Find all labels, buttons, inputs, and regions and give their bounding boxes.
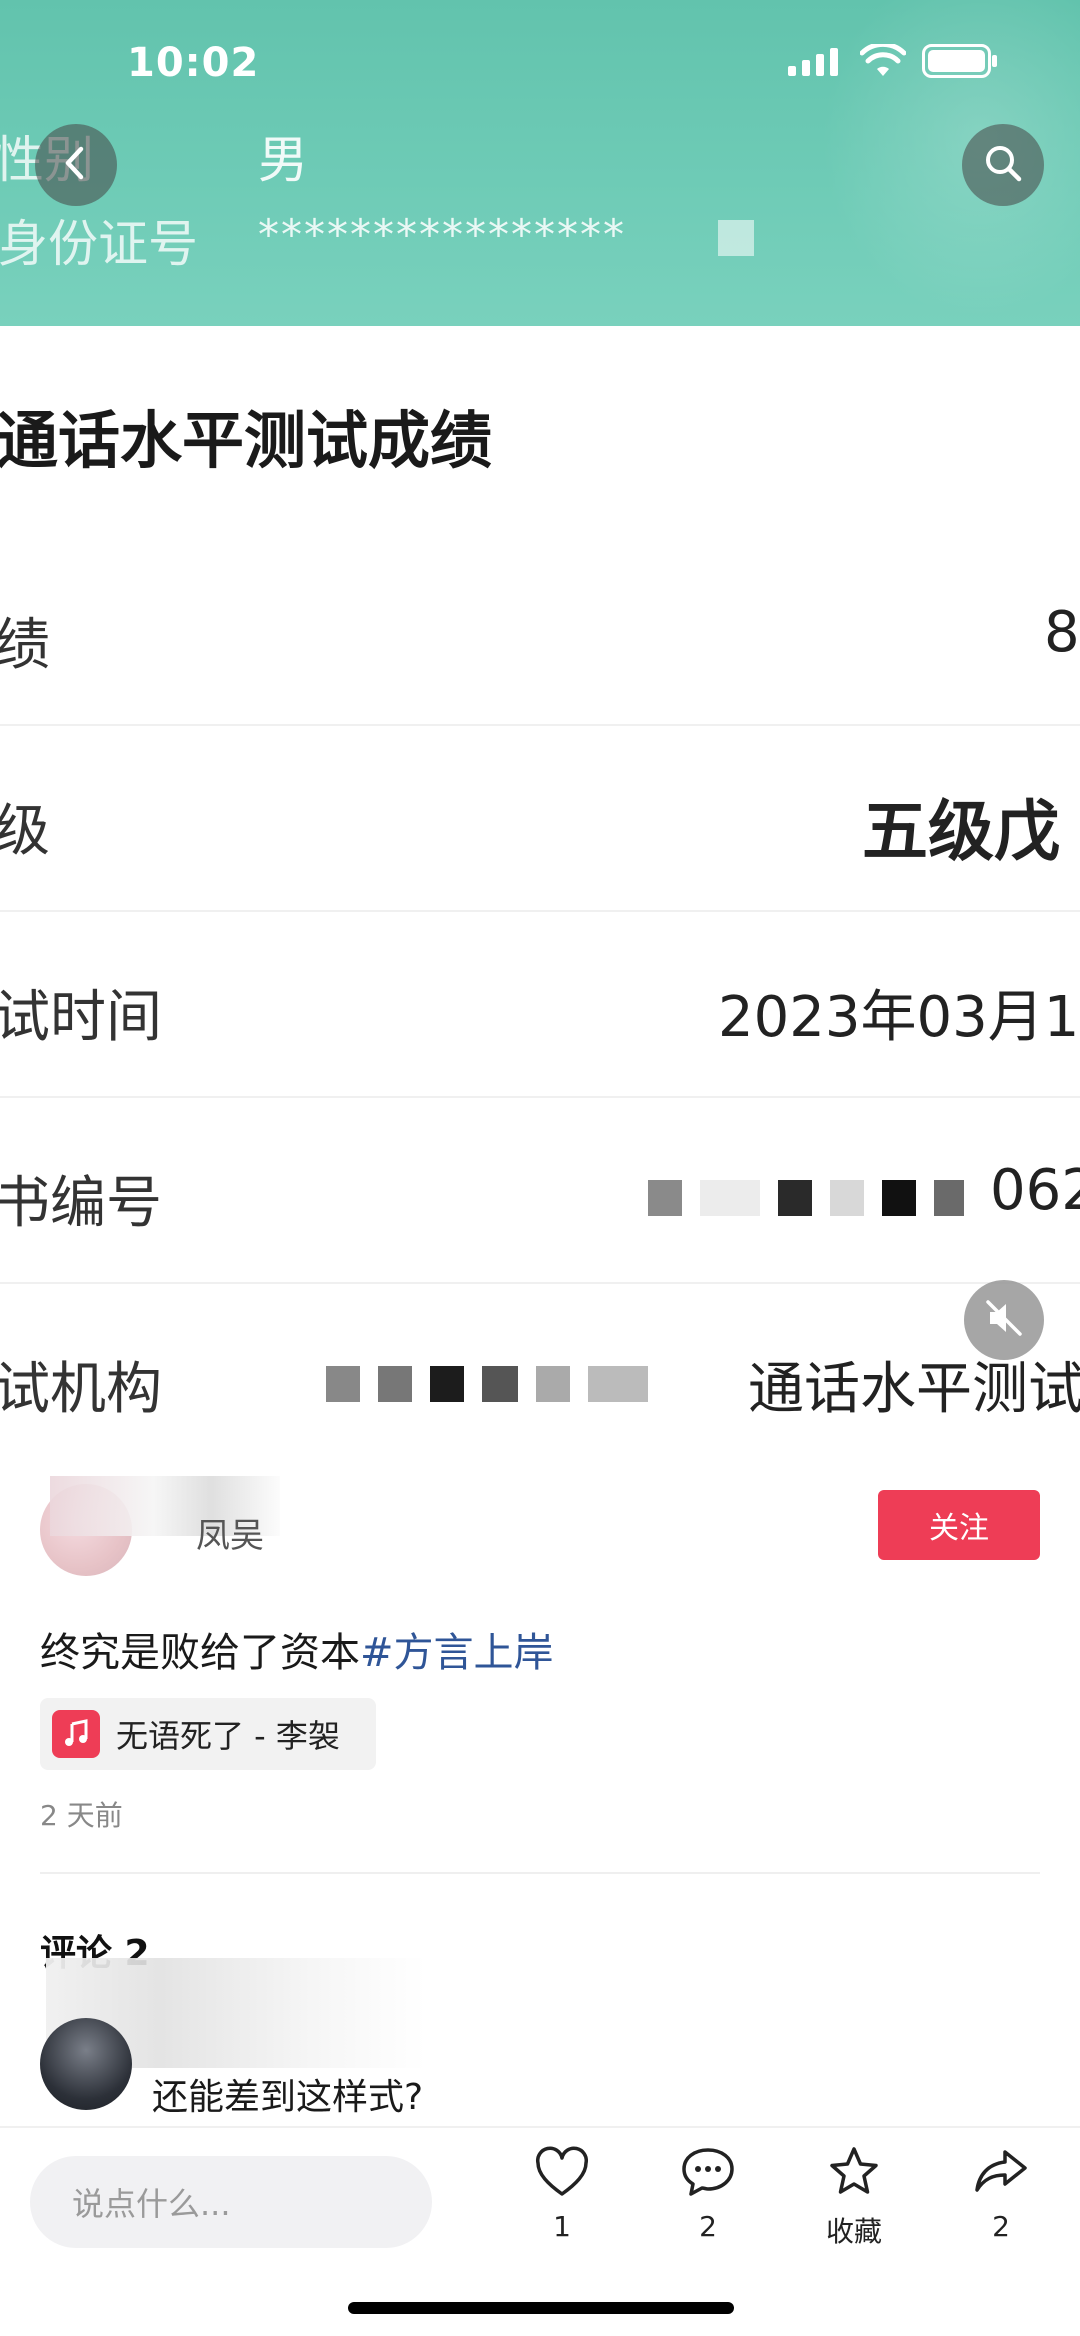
doc-row-institution: 试机构 通话水平测试: [0, 1284, 1080, 1470]
follow-button[interactable]: 关注: [878, 1490, 1040, 1560]
music-label: 无语死了 - 李袈: [116, 1717, 340, 1755]
doc-row-label: 级: [0, 799, 50, 864]
post-caption-text: 终究是败给了资本: [40, 1630, 360, 1676]
share-arrow-icon: [973, 2146, 1029, 2202]
doc-row-label: 书编号: [0, 1171, 162, 1236]
collect-label: 收藏: [825, 2215, 882, 2248]
cellular-signal-icon: [788, 46, 844, 80]
star-icon: [826, 2146, 882, 2202]
doc-row-level: 级 五级戊: [0, 726, 1080, 912]
comment-count: 2: [699, 2210, 717, 2243]
comment-input[interactable]: 说点什么...: [30, 2156, 432, 2248]
like-button[interactable]: 1: [512, 2146, 612, 2243]
divider: [40, 1872, 1040, 1874]
doc-row-label: 绩: [0, 613, 50, 678]
doc-row-value: 8: [1044, 600, 1080, 665]
doc-row-certificate: 书编号 062: [0, 1098, 1080, 1284]
search-button[interactable]: [962, 124, 1044, 206]
chevron-left-icon: [56, 143, 96, 187]
mosaic-block: [648, 1180, 964, 1216]
wifi-icon: [859, 41, 907, 82]
mosaic-block: [326, 1366, 648, 1402]
music-note-icon: [52, 1710, 100, 1758]
post-caption: 终究是败给了资本#方言上岸: [40, 1620, 554, 1678]
doc-row-label: 试时间: [0, 985, 162, 1050]
back-button[interactable]: [35, 124, 117, 206]
heart-icon: [534, 2146, 590, 2202]
collect-button[interactable]: 收藏: [804, 2146, 904, 2250]
doc-row-value: 通话水平测试: [748, 1357, 1080, 1422]
mute-button[interactable]: [964, 1280, 1044, 1360]
gender-value: 男: [258, 131, 308, 189]
chat-bubble-icon: [680, 2146, 736, 2202]
commenter-avatar[interactable]: [40, 2018, 132, 2110]
doc-row-value: 062: [990, 1158, 1080, 1223]
status-bar: 10:02: [0, 0, 1080, 130]
status-time: 10:02: [127, 40, 260, 86]
id-value: ****************: [258, 210, 626, 259]
battery-icon: [922, 44, 998, 82]
home-indicator[interactable]: [348, 2302, 734, 2314]
share-count: 2: [992, 2210, 1010, 2243]
post-timestamp: 2 天前: [40, 1799, 123, 1832]
doc-row-value: 五级戊: [862, 793, 1060, 870]
search-icon: [981, 141, 1025, 189]
doc-row-score: 绩 8: [0, 540, 1080, 726]
speaker-muted-icon: [982, 1296, 1026, 1344]
doc-row-date: 试时间 2023年03月16: [0, 912, 1080, 1098]
status-icons: [788, 41, 998, 82]
doc-row-label: 试机构: [0, 1357, 162, 1422]
comment-text[interactable]: 还能差到这样式?: [152, 2068, 423, 2120]
share-button[interactable]: 2: [951, 2146, 1051, 2243]
like-count: 1: [553, 2210, 571, 2243]
document-title: 通话水平测试成绩: [0, 404, 493, 477]
music-chip[interactable]: 无语死了 - 李袈: [40, 1698, 376, 1770]
doc-row-value: 2023年03月16: [718, 985, 1080, 1050]
id-label: 身份证号: [0, 215, 198, 273]
hashtag-link[interactable]: #方言上岸: [360, 1630, 554, 1676]
mosaic-block: [718, 220, 754, 256]
comment-button[interactable]: 2: [658, 2146, 758, 2243]
author-name[interactable]: 凤吴: [196, 1508, 264, 1557]
